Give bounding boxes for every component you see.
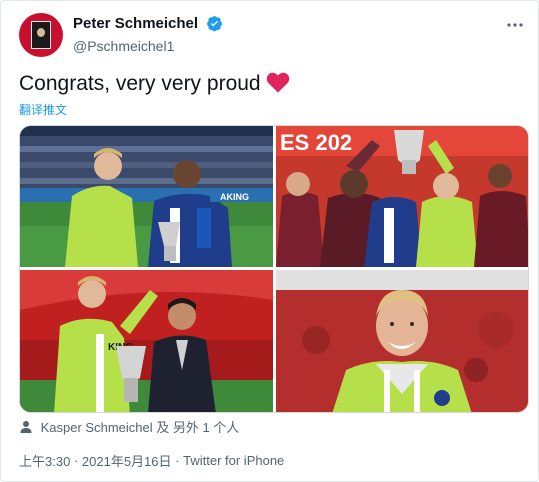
tweet-card: Peter Schmeichel @Pschmeichel1 Congrats,…: [0, 0, 539, 482]
tweet-body: Congrats, very very proud: [19, 72, 261, 95]
display-name[interactable]: Peter Schmeichel: [73, 15, 198, 32]
more-options-icon[interactable]: [505, 15, 525, 35]
avatar[interactable]: [19, 13, 63, 57]
person-icon: [20, 421, 32, 433]
translate-tweet-link[interactable]: 翻译推文: [19, 101, 67, 118]
photo-1[interactable]: AKING: [20, 126, 273, 267]
author-names: Peter Schmeichel @Pschmeichel1: [73, 15, 223, 54]
tweet-date[interactable]: 2021年5月16日: [82, 454, 172, 469]
tagged-people[interactable]: Kasper Schmeichel 及 另外 1 个人: [19, 417, 239, 436]
meta-separator-1: ·: [73, 453, 79, 468]
verified-badge-icon: [206, 16, 222, 32]
photo-4[interactable]: [276, 270, 528, 412]
tweet-time[interactable]: 上午3:30: [19, 454, 70, 469]
tweet-text: Congrats, very very proud: [19, 71, 290, 96]
photo-3[interactable]: KING: [20, 270, 273, 412]
tweet-source[interactable]: Twitter for iPhone: [183, 453, 284, 468]
meta-separator-2: ·: [175, 453, 180, 468]
photo1-banner-text: AKING: [220, 192, 249, 202]
tagged-people-label: Kasper Schmeichel 及 另外 1 个人: [40, 420, 240, 435]
red-heart-icon: [267, 72, 290, 93]
photo2-banner-text: ES 202: [280, 130, 352, 155]
user-handle[interactable]: @Pschmeichel1: [73, 38, 223, 54]
media-grid: AKING ES 202: [19, 125, 529, 413]
tweet-metadata: 上午3:30 · 2021年5月16日 · Twitter for iPhone: [19, 451, 284, 470]
tweet-header: Peter Schmeichel @Pschmeichel1: [19, 13, 529, 57]
photo-2[interactable]: ES 202: [276, 126, 528, 267]
